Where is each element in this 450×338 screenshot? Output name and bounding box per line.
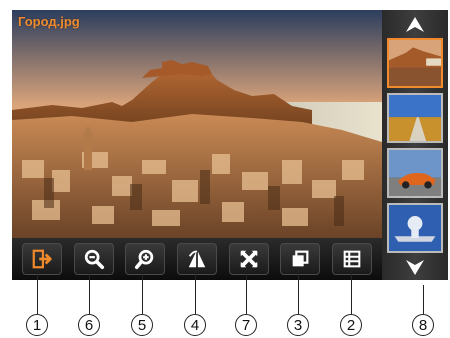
list-button[interactable] bbox=[332, 243, 373, 275]
callout-1: 1 bbox=[26, 314, 48, 336]
zoom-in-button[interactable] bbox=[125, 243, 166, 275]
exit-icon bbox=[32, 249, 52, 269]
thumbnail-city[interactable] bbox=[387, 38, 443, 88]
photo-viewer-screen: Город.jpg bbox=[12, 10, 448, 280]
callout-7: 7 bbox=[235, 314, 257, 336]
rotate-flip-icon bbox=[188, 250, 206, 268]
callout-line bbox=[89, 270, 90, 314]
thumbnail-city-image bbox=[389, 40, 441, 86]
callout-line bbox=[142, 270, 143, 314]
zoom-out-icon bbox=[84, 249, 104, 270]
callout-6: 6 bbox=[78, 314, 100, 336]
callout-3: 3 bbox=[287, 314, 309, 336]
zoom-in-icon bbox=[135, 249, 154, 270]
copy-button[interactable] bbox=[280, 243, 321, 275]
scroll-up-button[interactable] bbox=[392, 12, 438, 38]
scroll-down-button[interactable] bbox=[392, 254, 438, 280]
callout-line bbox=[423, 285, 424, 314]
rotate-button[interactable] bbox=[176, 243, 217, 275]
callout-5: 5 bbox=[131, 314, 153, 336]
copy-icon bbox=[293, 250, 309, 267]
thumbnail-strip bbox=[382, 10, 448, 280]
callout-8: 8 bbox=[412, 314, 434, 336]
exit-button[interactable] bbox=[21, 243, 62, 275]
callout-4: 4 bbox=[184, 314, 206, 336]
bottom-toolbar bbox=[12, 238, 382, 280]
arrow-up-icon bbox=[406, 17, 424, 32]
zoom-out-button[interactable] bbox=[73, 243, 114, 275]
callout-line bbox=[195, 270, 196, 314]
file-title: Город.jpg bbox=[18, 14, 80, 29]
callout-2: 2 bbox=[340, 314, 362, 336]
arrow-down-icon bbox=[406, 260, 424, 275]
callout-line bbox=[351, 270, 352, 314]
fit-screen-button[interactable] bbox=[228, 243, 269, 275]
callout-line bbox=[37, 270, 38, 314]
callout-line bbox=[298, 270, 299, 314]
thumbnail-sports-car[interactable] bbox=[387, 148, 443, 198]
thumbnail-airplane[interactable] bbox=[387, 203, 443, 253]
fit-screen-icon bbox=[240, 250, 258, 268]
thumbnail-desert-road-image bbox=[389, 95, 441, 141]
callout-line bbox=[246, 270, 247, 314]
thumbnail-sports-car-image bbox=[389, 150, 441, 196]
thumbnail-desert-road[interactable] bbox=[387, 93, 443, 143]
list-icon bbox=[343, 250, 361, 268]
thumbnail-airplane-image bbox=[389, 205, 441, 251]
